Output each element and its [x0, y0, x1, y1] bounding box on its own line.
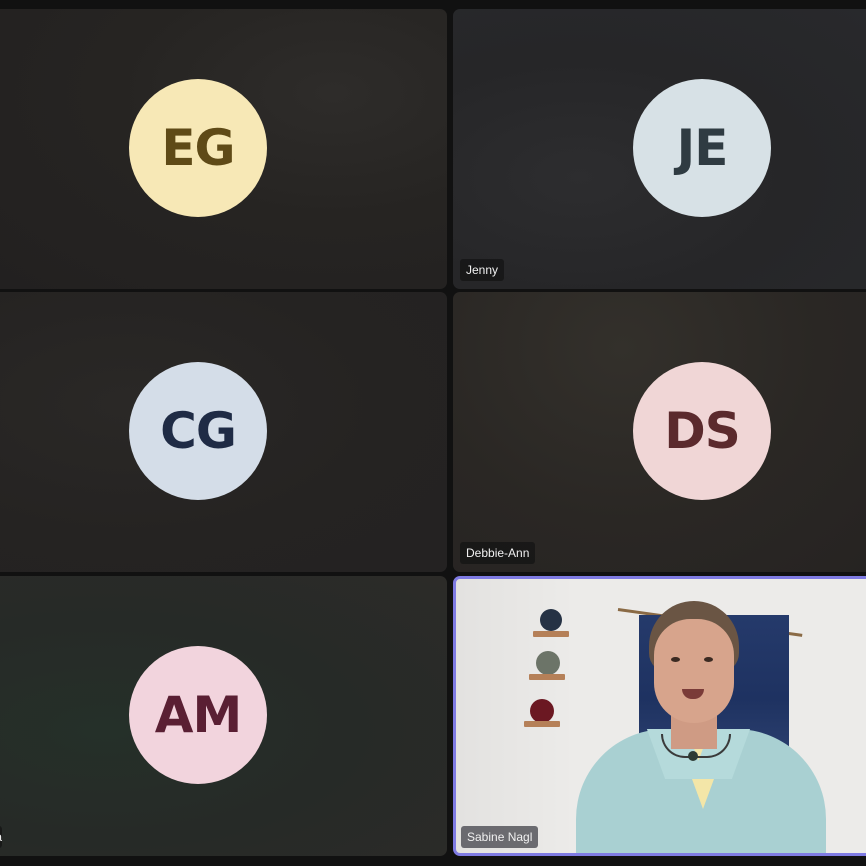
- participant-tile-debbie-ann[interactable]: DS Debbie-Ann: [453, 292, 866, 572]
- participant-tile-jenny[interactable]: JE Jenny: [453, 9, 866, 289]
- decor-shelf: [533, 631, 569, 637]
- person-eye: [671, 657, 680, 662]
- decor-shelf: [529, 674, 565, 680]
- participant-avatar: EG: [129, 79, 267, 217]
- participant-avatar: CG: [129, 362, 267, 500]
- participant-tile-cg[interactable]: CG: [0, 292, 447, 572]
- participant-video-feed: [456, 579, 866, 853]
- participant-name-label: Debbie-Ann: [460, 542, 536, 564]
- participant-name-label: ka: [0, 826, 2, 848]
- decor-ball: [540, 609, 562, 631]
- participant-name-label: Jenny: [460, 259, 505, 281]
- participant-tile-am[interactable]: AM ka: [0, 576, 447, 856]
- participant-name-label: Sabine Nagl: [461, 826, 539, 848]
- decor-shelf: [524, 721, 560, 727]
- decor-ball: [530, 699, 554, 723]
- decor-ball: [536, 651, 560, 675]
- participant-tile-eg[interactable]: EG: [0, 9, 447, 289]
- participant-avatar: JE: [633, 79, 771, 217]
- participant-avatar: DS: [633, 362, 771, 500]
- person-face: [654, 619, 734, 723]
- person-pendant: [688, 751, 698, 761]
- participant-avatar: AM: [129, 646, 267, 784]
- person-eye: [704, 657, 713, 662]
- participant-tile-sabine-nagl[interactable]: Sabine Nagl: [453, 576, 866, 856]
